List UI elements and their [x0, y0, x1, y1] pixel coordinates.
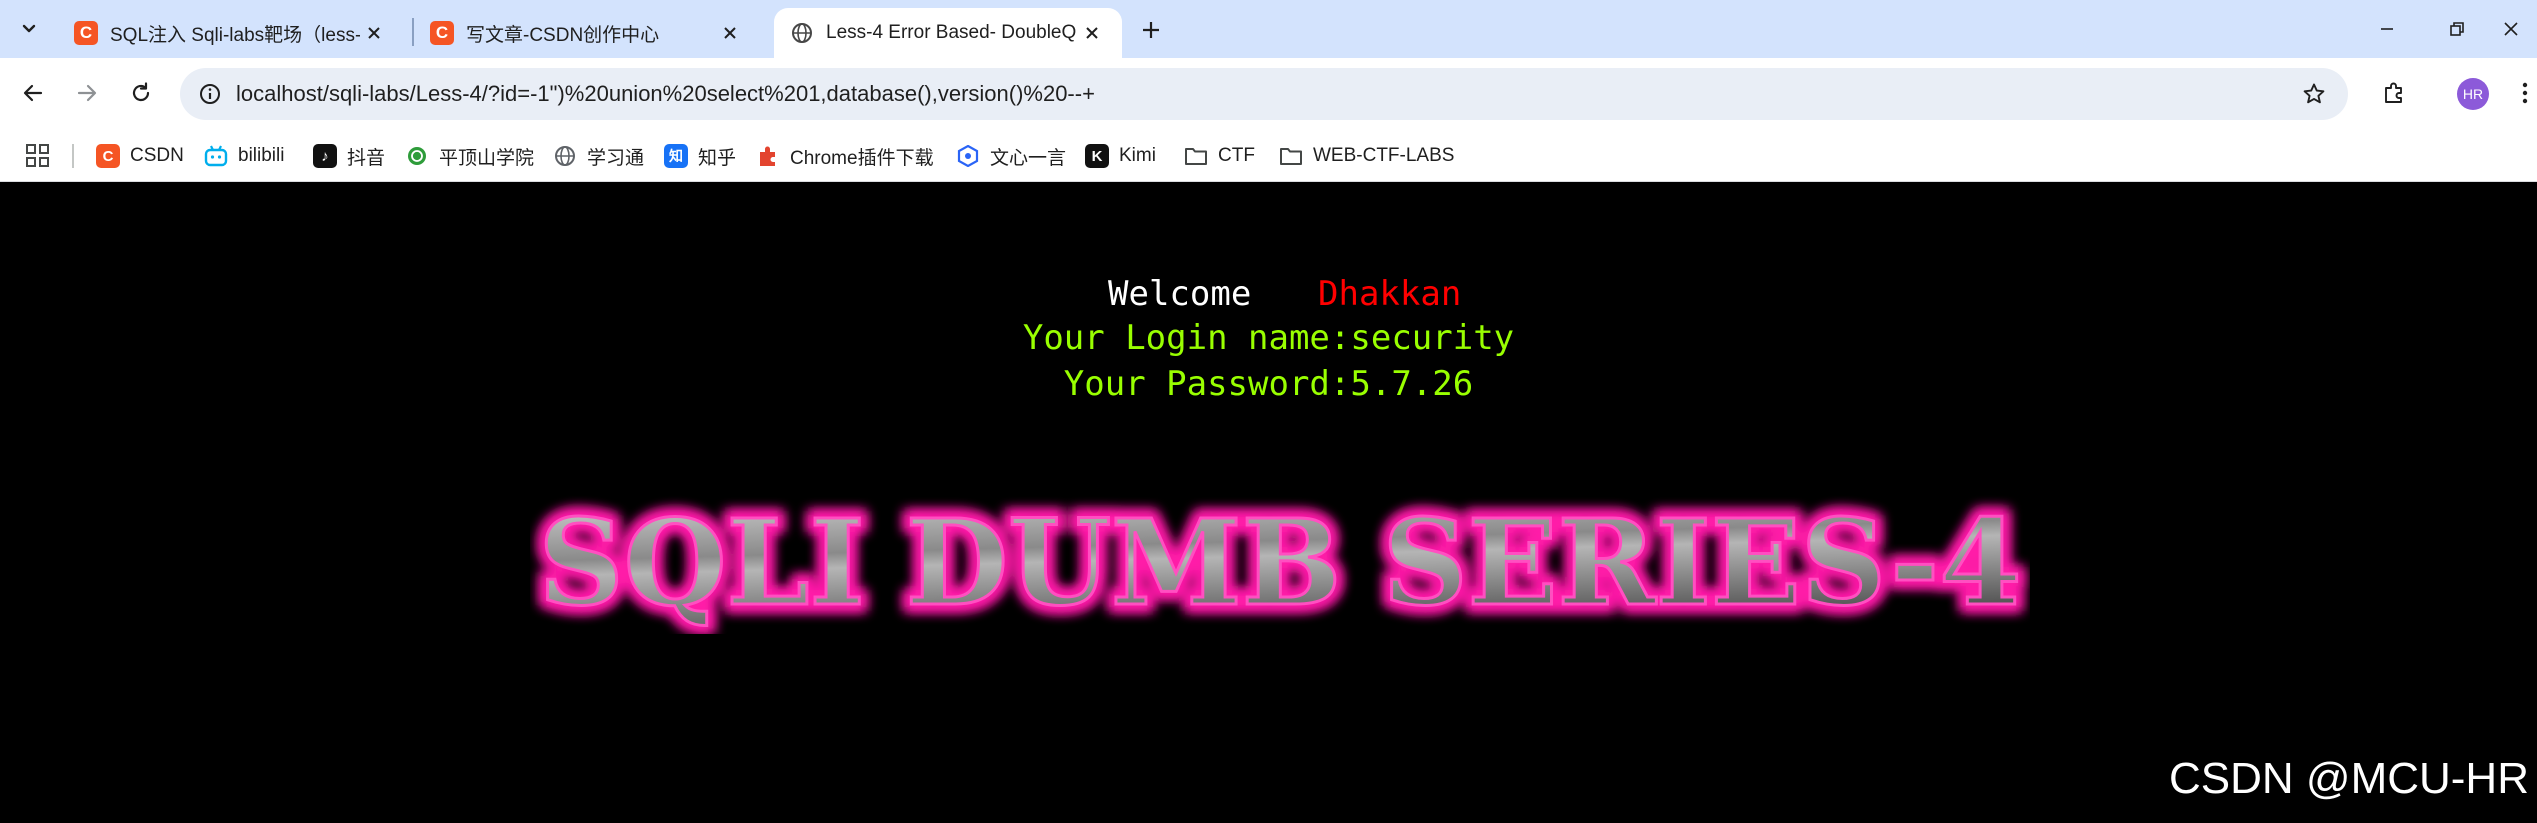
arrow-left-icon: [23, 84, 43, 102]
extensions-button[interactable]: [2373, 72, 2415, 114]
close-icon: [1086, 27, 1098, 39]
minimize-button[interactable]: [2347, 0, 2427, 58]
bookmark-csdn[interactable]: C CSDN: [96, 140, 184, 172]
globe-icon: [553, 144, 577, 168]
close-icon: [724, 27, 736, 39]
more-vert-icon: [2522, 82, 2528, 104]
bookmark-label: 学习通: [587, 147, 645, 169]
douyin-icon: ♪: [313, 144, 337, 168]
window-close-button[interactable]: [2471, 0, 2537, 58]
tab-search-button[interactable]: [12, 12, 46, 46]
menu-button[interactable]: [2512, 72, 2537, 114]
profile-avatar[interactable]: HR: [2457, 78, 2489, 110]
csdn-icon: C: [96, 144, 120, 168]
kimi-icon: K: [1085, 144, 1109, 168]
zhihu-icon: 知: [664, 144, 688, 168]
tab-csdn-editor[interactable]: C 写文章-CSDN创作中心: [414, 8, 760, 58]
bookmark-star-button[interactable]: [2296, 76, 2332, 112]
address-bar[interactable]: localhost/sqli-labs/Less-4/?id=-1")%20un…: [180, 68, 2348, 120]
bookmark-label: 知乎: [698, 147, 737, 169]
tab-less-4[interactable]: Less-4 Error Based- DoubleQ: [774, 8, 1122, 58]
star-icon: [2303, 83, 2325, 104]
reload-button[interactable]: [120, 72, 162, 114]
bookmark-wenxin[interactable]: 文心一言: [956, 140, 1066, 172]
tab-sqli-csdn[interactable]: C SQL注入 Sqli-labs靶场（less-: [58, 8, 404, 58]
page-content: Welcome Dhakkan Your Login name:security…: [0, 182, 2537, 823]
bookmark-label: bilibili: [238, 145, 285, 166]
minimize-icon: [2381, 28, 2393, 30]
bookmark-label: WEB-CTF-LABS: [1313, 145, 1455, 166]
back-button[interactable]: [12, 72, 54, 114]
bookmark-bilibili[interactable]: bilibili: [204, 140, 284, 172]
welcome-text: Welcome: [1108, 274, 1252, 314]
username-text: Dhakkan: [1318, 274, 1462, 314]
login-name-result: Your Login name:security: [1022, 318, 1515, 358]
bookmark-chrome-ext[interactable]: Chrome插件下载: [756, 140, 934, 172]
bookmark-xuexitong[interactable]: 学习通: [553, 140, 644, 172]
password-result: Your Password:5.7.26: [1063, 364, 1474, 404]
csdn-favicon: C: [430, 21, 454, 45]
restore-icon: [2450, 22, 2464, 36]
bookmark-folder-ctf[interactable]: CTF: [1184, 140, 1255, 172]
bookmark-label: CTF: [1218, 145, 1255, 166]
bookmark-zhihu[interactable]: 知 知乎: [664, 140, 736, 172]
bookmarks-divider: [72, 144, 74, 168]
tab-close-button[interactable]: [1078, 19, 1106, 47]
bilibili-icon: [204, 144, 228, 168]
bookmark-label: 文心一言: [990, 147, 1067, 169]
tab-title: Less-4 Error Based- DoubleQ: [826, 22, 1077, 43]
arrow-right-icon: [77, 84, 97, 102]
url-text[interactable]: localhost/sqli-labs/Less-4/?id=-1")%20un…: [236, 68, 1095, 120]
folder-icon: [1184, 144, 1208, 168]
info-icon: [200, 84, 220, 104]
chrome-ext-icon: [756, 144, 780, 168]
plus-icon: [1143, 22, 1159, 38]
csdn-watermark: CSDN @MCU-HR: [2169, 754, 2529, 803]
bookmark-kimi[interactable]: K Kimi: [1085, 140, 1156, 172]
bookmark-pdsu[interactable]: 平顶山学院: [405, 140, 534, 172]
forward-button[interactable]: [66, 72, 108, 114]
reload-icon: [132, 82, 150, 102]
folder-icon: [1279, 144, 1303, 168]
bookmark-folder-web-ctf-labs[interactable]: WEB-CTF-LABS: [1279, 140, 1454, 172]
tab-title: 写文章-CSDN创作中心: [466, 24, 660, 46]
site-info-button[interactable]: [192, 76, 228, 112]
tab-title: SQL注入 Sqli-labs靶场（less-: [110, 24, 360, 46]
banner-text: SQLI DUMB SERIES-4: [539, 494, 2022, 632]
bookmark-label: 平顶山学院: [439, 147, 535, 169]
bookmarks-bar: C CSDN bilibili ♪ 抖音 平顶山学院 学习通 知 知乎 Chro…: [0, 130, 2537, 182]
bookmark-label: 抖音: [347, 147, 386, 169]
bookmark-douyin[interactable]: ♪ 抖音: [313, 140, 385, 172]
tab-strip: C SQL注入 Sqli-labs靶场（less- C 写文章-CSDN创作中心…: [0, 0, 2537, 58]
new-tab-button[interactable]: [1133, 12, 1169, 48]
bookmark-label: Kimi: [1119, 145, 1156, 166]
pdsu-icon: [405, 144, 429, 168]
tab-close-button[interactable]: [716, 19, 744, 47]
bookmark-label: Chrome插件下载: [790, 147, 934, 169]
bookmark-label: CSDN: [130, 145, 184, 166]
close-icon: [2504, 22, 2518, 36]
close-icon: [368, 27, 380, 39]
browser-toolbar: localhost/sqli-labs/Less-4/?id=-1")%20un…: [0, 58, 2537, 130]
apps-grid-icon[interactable]: [24, 142, 52, 170]
tab-close-button[interactable]: [360, 19, 388, 47]
puzzle-icon: [2385, 82, 2402, 103]
globe-icon: [790, 21, 814, 45]
chevron-down-icon: [22, 24, 36, 33]
sqli-dumb-series-banner: SQLI DUMB SERIES-4 SQLI DUMB SERIES-4: [532, 494, 2029, 634]
csdn-favicon: C: [74, 21, 98, 45]
wenxin-icon: [956, 144, 980, 168]
